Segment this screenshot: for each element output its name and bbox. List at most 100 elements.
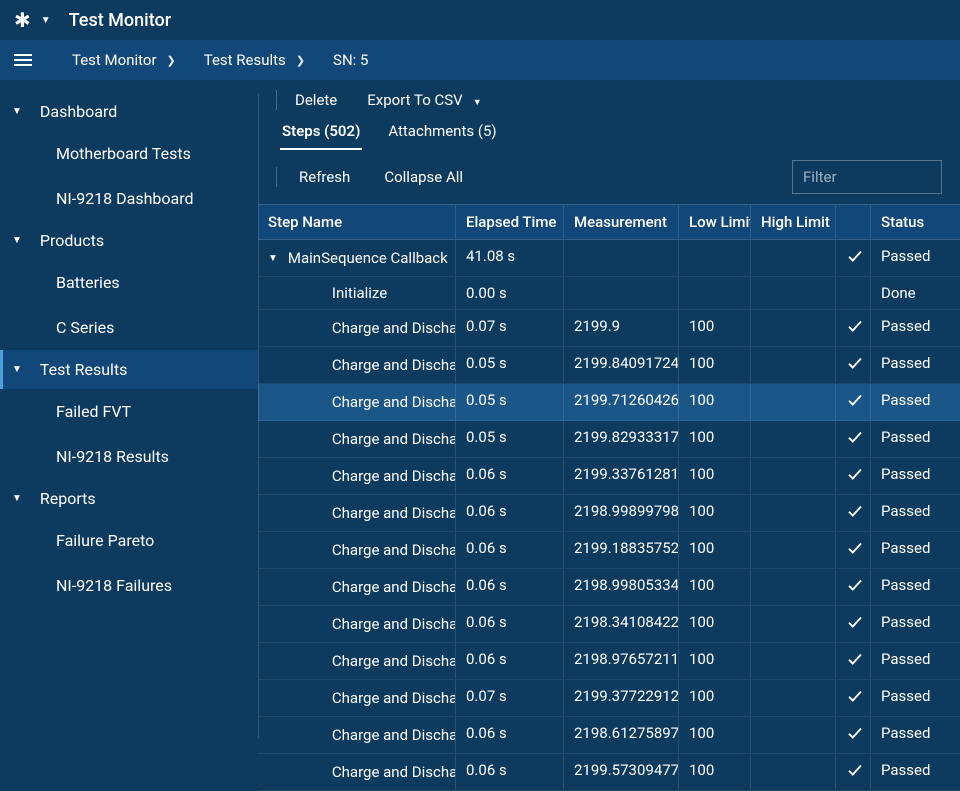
low-limit [679,277,751,309]
check-icon [836,569,871,605]
low-limit: 100 [679,421,751,457]
high-limit [751,754,836,790]
elapsed-time: 0.07 s [456,310,564,346]
elapsed-time: 0.05 s [456,421,564,457]
sidebar-group-dashboard[interactable]: ▼Dashboard [0,92,258,131]
step-name: Initialize [332,284,387,302]
measurement: 2198.998053347 [564,569,679,605]
caret-down-icon: ▼ [12,235,22,246]
low-limit: 100 [679,754,751,790]
chevron-right-icon: ❯ [296,54,305,67]
refresh-button[interactable]: Refresh [299,168,350,186]
table-row[interactable]: ▼Charge and Discharge0.06 s2198.34108422… [258,606,960,643]
status: Passed [871,532,960,568]
low-limit: 100 [679,717,751,753]
sidebar-item-motherboard-tests[interactable]: Motherboard Tests [0,131,258,176]
high-limit [751,240,836,276]
steps-table: Step Name Elapsed Time Measurement Low L… [258,204,960,791]
check-icon [836,754,871,790]
col-measurement[interactable]: Measurement [564,205,679,239]
status: Passed [871,643,960,679]
table-row[interactable]: ▼Charge and Discharge0.06 s2198.97657211… [258,643,960,680]
elapsed-time: 0.06 s [456,532,564,568]
low-limit: 100 [679,347,751,383]
chevron-right-icon: ❯ [167,54,176,67]
col-elapsed-time[interactable]: Elapsed Time [456,205,564,239]
filter-input[interactable] [792,160,942,194]
col-high-limit[interactable]: High Limit [751,205,836,239]
status: Passed [871,495,960,531]
breadcrumb-item[interactable]: SN: 5 [333,51,368,69]
sidebar-group-products[interactable]: ▼ Products [0,221,258,260]
status: Passed [871,569,960,605]
caret-down-icon[interactable]: ▼ [268,253,278,264]
table-row[interactable]: ▼Charge and Discharge0.06 s2198.99805334… [258,569,960,606]
low-limit: 100 [679,680,751,716]
check-icon [836,277,871,309]
hamburger-menu-icon[interactable] [14,54,32,66]
elapsed-time: 0.00 s [456,277,564,309]
table-row[interactable]: ▼Charge and Discharge0.07 s2199.37722912… [258,680,960,717]
caret-down-icon: ▼ [12,364,22,375]
status: Passed [871,606,960,642]
check-icon [836,347,871,383]
table-row[interactable]: ▼Charge and Discharge0.06 s2199.33761281… [258,458,960,495]
table-row[interactable]: ▼Charge and Discharge0.06 s2198.99899798… [258,495,960,532]
table-row[interactable]: ▼Charge and Discharge0.06 s2199.18835752… [258,532,960,569]
col-step-name[interactable]: Step Name [258,205,456,239]
table-row[interactable]: ▼Charge and Discharge0.05 s2199.71260426… [258,384,960,421]
status: Done [871,277,960,309]
sidebar-item-failure-pareto[interactable]: Failure Pareto [0,518,258,563]
table-row[interactable]: ▼Charge and Discharge0.06 s2199.57309477… [258,754,960,791]
table-row[interactable]: ▼Charge and Discharge0.06 s2198.61275897… [258,717,960,754]
breadcrumb-item[interactable]: Test Monitor [72,51,157,69]
measurement: 2199.712604263 [564,384,679,420]
sidebar-group-reports[interactable]: ▼Reports [0,479,258,518]
sidebar-item-ni-9218-dashboard[interactable]: NI-9218 Dashboard [0,176,258,221]
check-icon [836,240,871,276]
sidebar-group-label: Products [40,231,104,250]
step-name: Charge and Discharge [332,689,456,707]
step-name: MainSequence Callback [288,249,448,267]
low-limit [679,240,751,276]
table-row[interactable]: ▼Charge and Discharge0.05 s2199.84091724… [258,347,960,384]
step-name: Charge and Discharge [332,541,456,559]
measurement: 2199.377229124 [564,680,679,716]
sidebar-item-c-series[interactable]: C Series [0,305,258,350]
app-menu-caret-icon[interactable]: ▼ [41,15,51,26]
navbar: Test Monitor ❯ Test Results ❯ SN: 5 [0,40,960,80]
table-row[interactable]: ▼Initialize0.00 sDone [258,277,960,310]
tab-attachments[interactable]: Attachments (5) [386,116,498,150]
sidebar-item-ni-9218-failures[interactable]: NI-9218 Failures [0,563,258,608]
export-csv-button[interactable]: Export To CSV [367,91,481,109]
tabs: Steps (502) Attachments (5) [258,116,960,150]
sidebar-item-ni-9218-results[interactable]: NI-9218 Results [0,434,258,479]
app-logo-icon: ✱ [14,8,31,32]
col-low-limit[interactable]: Low Limit [679,205,751,239]
check-icon [836,606,871,642]
status: Passed [871,384,960,420]
delete-button[interactable]: Delete [295,91,337,109]
sidebar-item-failed-fvt[interactable]: Failed FVT [0,389,258,434]
elapsed-time: 0.06 s [456,569,564,605]
topbar: ✱ ▼ Test Monitor [0,0,960,40]
check-icon [836,532,871,568]
collapse-all-button[interactable]: Collapse All [384,168,463,186]
sidebar-group-test-results[interactable]: ▼Test Results [0,350,258,389]
step-name: Charge and Discharge [332,430,456,448]
table-row[interactable]: ▼MainSequence Callback41.08 sPassed [258,240,960,277]
table-row[interactable]: ▼Charge and Discharge0.05 s2199.82933317… [258,421,960,458]
measurement: 2198.998997987 [564,495,679,531]
step-name: Charge and Discharge [332,504,456,522]
breadcrumb-item[interactable]: Test Results [204,51,286,69]
measurement: 2199.829333171 [564,421,679,457]
tab-steps[interactable]: Steps (502) [280,116,362,150]
step-name: Charge and Discharge [332,652,456,670]
sidebar-item-batteries[interactable]: Batteries [0,260,258,305]
step-name: Charge and Discharge [332,356,456,374]
table-body: ▼MainSequence Callback41.08 sPassed▼Init… [258,240,960,791]
elapsed-time: 0.05 s [456,384,564,420]
table-row[interactable]: ▼Charge and Discharge0.07 s2199.9100Pass… [258,310,960,347]
col-status[interactable]: Status [871,205,960,239]
high-limit [751,606,836,642]
